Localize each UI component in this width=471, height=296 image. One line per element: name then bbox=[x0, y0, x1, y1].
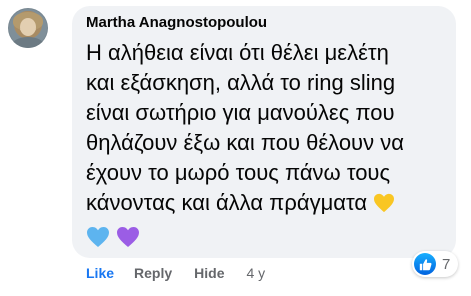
reaction-summary[interactable]: 7 bbox=[412, 251, 459, 277]
emoji-row bbox=[86, 226, 142, 252]
purple-heart-icon bbox=[117, 227, 140, 247]
comment-line: Η αλήθεια είναι ότι θέλει μελέτη bbox=[86, 40, 389, 65]
comment-line: είναι σωτήριο για μανούλες που bbox=[86, 100, 395, 125]
comment-text: Η αλήθεια είναι ότι θέλει μελέτη και εξά… bbox=[86, 38, 446, 218]
blue-heart-icon bbox=[87, 227, 109, 247]
yellow-heart-icon bbox=[373, 191, 395, 221]
comment-actions: Like Reply Hide 4 y bbox=[86, 265, 265, 281]
avatar-face bbox=[20, 18, 36, 36]
hide-button[interactable]: Hide bbox=[194, 265, 224, 281]
comment-line: θηλάζουν έξω και που θέλουν να bbox=[86, 130, 404, 155]
comment-line: και εξάσκηση, αλλά το ring sling bbox=[86, 70, 396, 95]
comment-author[interactable]: Martha Anagnostopoulou bbox=[86, 14, 267, 31]
comment-line: έχουν το μωρό τους πάνω τους bbox=[86, 160, 391, 185]
thumbs-up-icon bbox=[414, 253, 436, 275]
comment-line-last: κάνοντας και άλλα πράγματα bbox=[86, 188, 446, 218]
avatar-shoulders bbox=[12, 37, 44, 48]
comment-container: Martha Anagnostopoulou Η αλήθεια είναι ό… bbox=[0, 0, 471, 296]
like-button[interactable]: Like bbox=[86, 265, 114, 281]
avatar[interactable] bbox=[8, 8, 48, 48]
reaction-count: 7 bbox=[442, 255, 451, 273]
comment-line-text: κάνοντας και άλλα πράγματα bbox=[86, 190, 368, 215]
reply-button[interactable]: Reply bbox=[134, 265, 172, 281]
comment-timestamp[interactable]: 4 y bbox=[246, 265, 265, 281]
